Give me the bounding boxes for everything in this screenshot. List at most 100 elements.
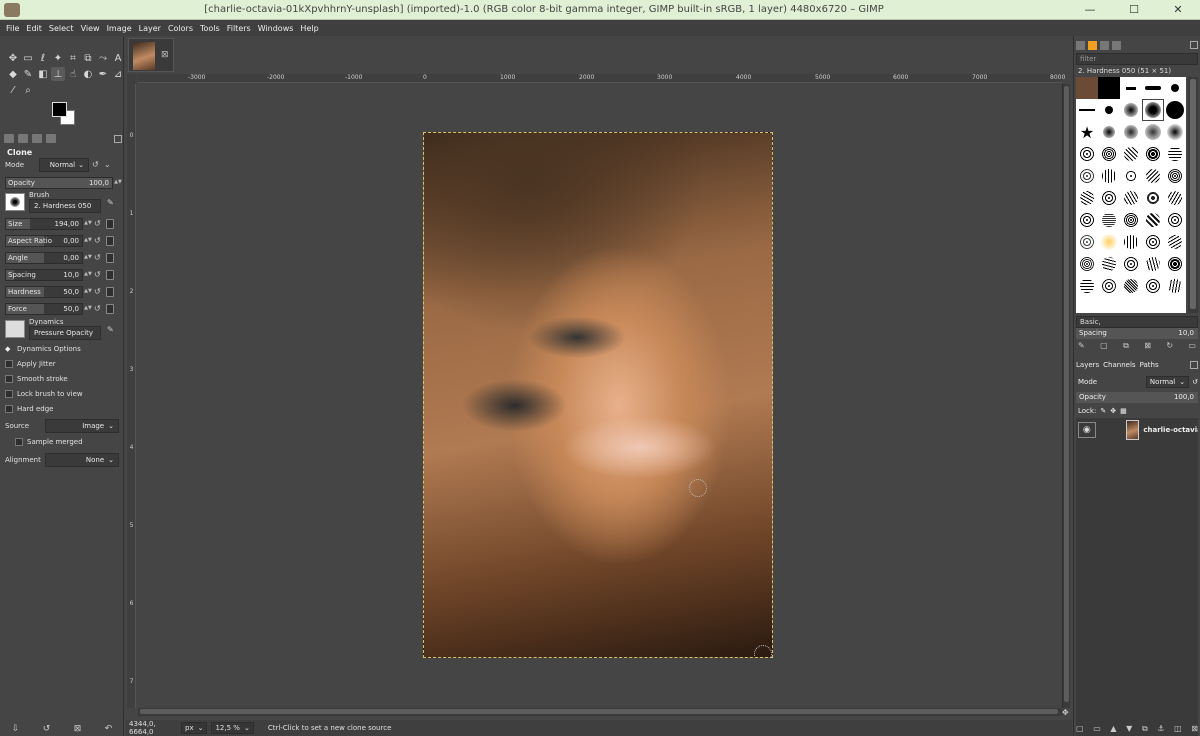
refresh-brushes-icon[interactable]: ↻ [1166, 341, 1173, 353]
image-tab[interactable]: ⊠ [128, 38, 174, 72]
move-tool-icon[interactable]: ✥ [6, 51, 20, 65]
lock-alpha-icon[interactable]: ▦ [1120, 407, 1127, 415]
brush-swatch[interactable] [1142, 231, 1164, 253]
menu-filters[interactable]: Filters [227, 24, 251, 33]
eraser-tool-icon[interactable]: ◧ [36, 67, 50, 81]
menu-image[interactable]: Image [107, 24, 132, 33]
aspect-reset-icon[interactable]: ↺ [94, 236, 103, 245]
brush-swatch[interactable] [1164, 253, 1186, 275]
brushes-dock-menu-icon[interactable] [1190, 41, 1198, 49]
brush-swatch[interactable] [1164, 77, 1186, 99]
undo-history-tab-icon[interactable] [32, 134, 42, 143]
layer-mode-dropdown[interactable]: Normal ⌄ [1145, 375, 1190, 388]
tab-layers[interactable]: Layers [1076, 361, 1099, 369]
layer-name[interactable]: charlie-octavia-0 [1143, 426, 1198, 434]
rect-select-tool-icon[interactable]: ▭ [21, 51, 35, 65]
brush-swatch[interactable] [1120, 99, 1142, 121]
brush-swatch[interactable] [1164, 231, 1186, 253]
anchor-layer-icon[interactable]: ⚓ [1157, 724, 1164, 734]
alignment-dropdown[interactable]: None ⌄ [45, 452, 119, 467]
brush-swatch[interactable] [1120, 187, 1142, 209]
brush-swatch[interactable] [1164, 165, 1186, 187]
brush-swatch[interactable] [1098, 253, 1120, 275]
patterns-tab-icon[interactable] [1088, 40, 1097, 50]
brush-swatch-selected[interactable] [1142, 99, 1164, 121]
brush-swatch[interactable] [1120, 231, 1142, 253]
images-tab-icon[interactable] [46, 134, 56, 143]
tool-options-tab-icon[interactable] [4, 134, 14, 143]
menu-help[interactable]: Help [300, 24, 318, 33]
quick-mask-corner[interactable] [127, 74, 137, 84]
dodge-burn-tool-icon[interactable]: ◐ [81, 67, 95, 81]
mode-dropdown[interactable]: Normal ⌄ [39, 157, 89, 172]
delete-layer-icon[interactable]: ⊠ [1191, 724, 1198, 734]
zoom-tool-icon[interactable]: ⌕ [21, 83, 35, 97]
delete-options-icon[interactable]: ⊠ [74, 724, 82, 734]
menu-edit[interactable]: Edit [26, 24, 42, 33]
tab-channels[interactable]: Channels [1103, 361, 1135, 369]
brush-swatch[interactable] [1164, 187, 1186, 209]
spacing-link-icon[interactable] [106, 269, 114, 280]
brush-swatch[interactable] [1098, 165, 1120, 187]
paths-tool-icon[interactable]: ✒ [96, 67, 110, 81]
brush-swatch[interactable] [1142, 77, 1164, 99]
brush-swatch[interactable] [1076, 165, 1098, 187]
brush-swatch[interactable] [1120, 143, 1142, 165]
sample-merged-row[interactable]: Sample merged [5, 434, 121, 449]
expander-icon[interactable]: ◆ [5, 345, 13, 353]
image-canvas-photo[interactable] [423, 132, 773, 658]
lower-layer-icon[interactable]: ▼ [1126, 724, 1132, 734]
brush-grid-scrollbar[interactable] [1188, 77, 1198, 313]
new-layer-group-icon[interactable]: ▭ [1093, 724, 1101, 734]
brush-swatch[interactable] [1076, 187, 1098, 209]
force-link-icon[interactable] [106, 303, 114, 314]
brush-swatch[interactable] [1164, 143, 1186, 165]
menu-windows[interactable]: Windows [258, 24, 294, 33]
dock-menu-icon[interactable] [114, 134, 122, 143]
brush-swatch[interactable] [1120, 253, 1142, 275]
dynamics-preview-icon[interactable] [5, 320, 25, 338]
mode-switch-icon[interactable]: ⌄ [104, 160, 113, 169]
horizontal-scroll-thumb[interactable] [140, 709, 1058, 714]
force-slider[interactable]: Force 50,0 [5, 302, 83, 315]
force-reset-icon[interactable]: ↺ [94, 304, 103, 313]
lock-brush-row[interactable]: Lock brush to view [5, 386, 121, 401]
dynamics-options-row[interactable]: ◆ Dynamics Options [5, 341, 121, 356]
new-layer-icon[interactable]: ▢ [1076, 724, 1084, 734]
warp-tool-icon[interactable]: ⤳ [96, 51, 110, 65]
menu-colors[interactable]: Colors [168, 24, 193, 33]
lock-brush-checkbox[interactable] [5, 389, 13, 398]
document-history-tab-icon[interactable] [1112, 40, 1121, 50]
brush-swatch[interactable] [1098, 275, 1120, 297]
brush-swatch[interactable] [1164, 121, 1186, 143]
fuzzy-select-tool-icon[interactable]: ✦ [51, 51, 65, 65]
vertical-scrollbar[interactable] [1062, 84, 1070, 708]
spacing-spin-icon[interactable]: ▲▼ [84, 270, 92, 280]
brush-swatch[interactable] [1142, 209, 1164, 231]
brush-swatch[interactable] [1098, 231, 1120, 253]
device-status-tab-icon[interactable] [18, 134, 28, 143]
size-spin-icon[interactable]: ▲▼ [84, 219, 92, 229]
brushes-tab-icon[interactable] [1076, 40, 1085, 50]
layer-opacity-slider[interactable]: Opacity 100,0 [1076, 392, 1198, 403]
brush-spacing-slider[interactable]: Spacing 10,0 [1076, 328, 1198, 339]
hardness-slider[interactable]: Hardness 50,0 [5, 285, 83, 298]
layer-mode-reset-icon[interactable]: ↺ [1192, 378, 1198, 386]
fonts-tab-icon[interactable] [1100, 40, 1109, 50]
close-image-tab-icon[interactable]: ⊠ [161, 50, 169, 60]
zoom-dropdown[interactable]: 12,5 % ⌄ [211, 722, 254, 734]
duplicate-brush-icon[interactable]: ⧉ [1123, 341, 1129, 353]
horizontal-ruler[interactable]: -3000 -2000 -1000 0 1000 2000 3000 4000 … [138, 74, 1065, 83]
menu-file[interactable]: File [6, 24, 19, 33]
maximize-button[interactable]: ☐ [1112, 0, 1156, 20]
smudge-tool-icon[interactable]: ☝ [66, 67, 80, 81]
mode-reset-icon[interactable]: ↺ [92, 160, 101, 169]
layers-dock-menu-icon[interactable] [1190, 361, 1198, 369]
minimize-button[interactable]: — [1068, 0, 1112, 20]
brush-swatch[interactable] [1076, 253, 1098, 275]
navigate-icon[interactable]: ✥ [1062, 708, 1072, 718]
brush-swatch[interactable]: ★ [1076, 121, 1098, 143]
menu-layer[interactable]: Layer [139, 24, 161, 33]
reset-options-icon[interactable]: ↶ [105, 724, 113, 734]
unit-dropdown[interactable]: px ⌄ [181, 722, 208, 734]
